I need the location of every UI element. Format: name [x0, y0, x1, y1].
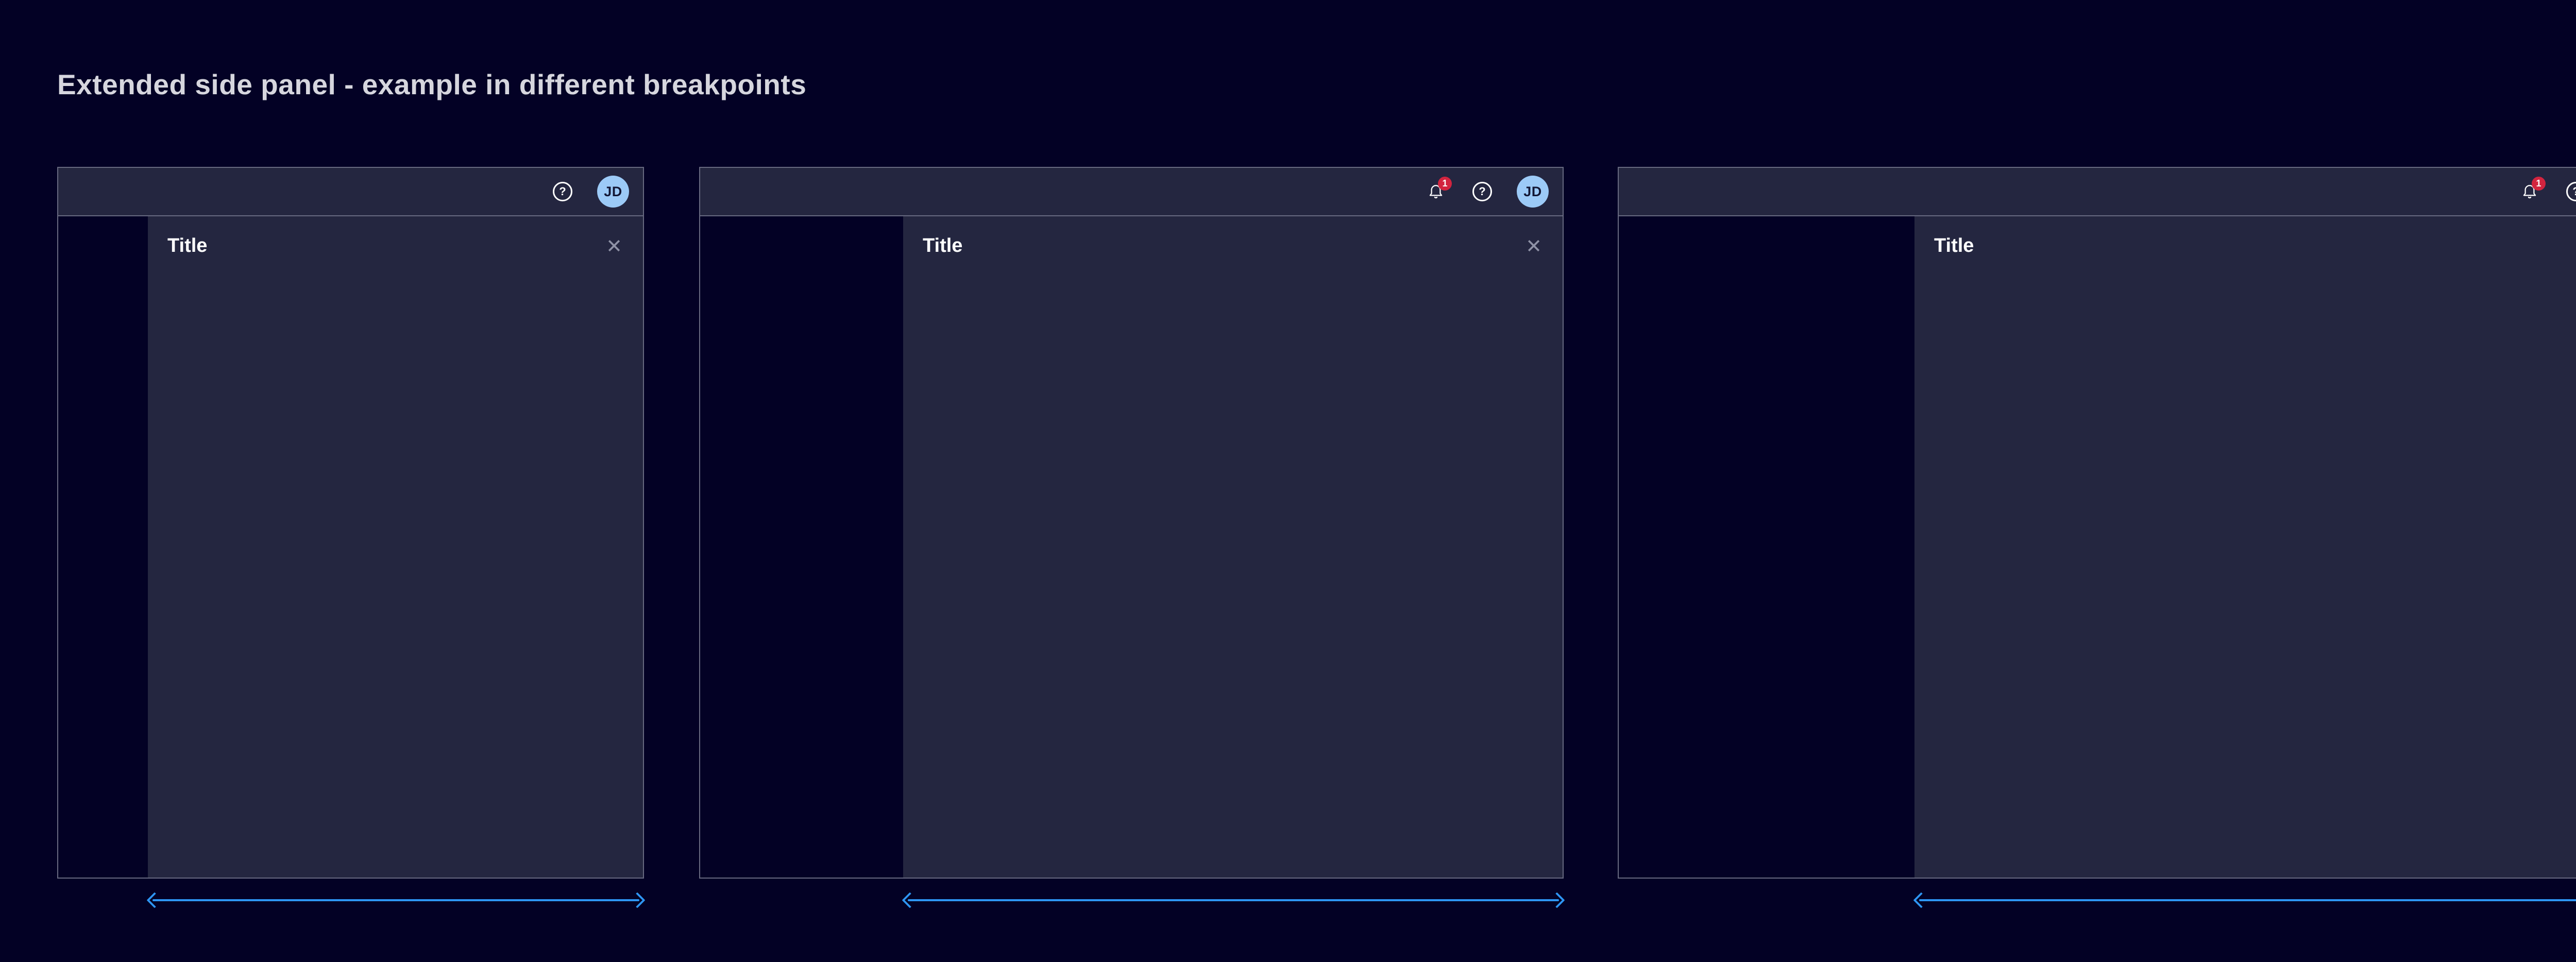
arrow-line — [152, 899, 639, 901]
app-header: 1 ? JD — [699, 167, 1564, 216]
content-area — [700, 216, 903, 878]
help-icon: ? — [553, 182, 572, 201]
panel-header: Title ✕ — [903, 216, 1563, 257]
help-icon: ? — [2566, 182, 2576, 201]
notifications-button[interactable]: 1 — [1424, 180, 1448, 203]
panel-width-arrow — [148, 891, 644, 909]
breakpoint-frame-medium: 1 ? JD Title ✕ — [699, 167, 1564, 879]
app-body: Title ✕ — [57, 216, 644, 879]
design-canvas: Extended side panel - example in differe… — [0, 0, 2576, 962]
notification-badge: 1 — [2532, 177, 2546, 191]
panel-header: Title ✕ — [148, 216, 643, 257]
breakpoint-frame-small: ? JD Title ✕ — [57, 167, 644, 879]
panel-header: Title ✕ — [1914, 216, 2576, 257]
arrow-right-head-icon — [1549, 892, 1565, 908]
app-header: ? JD — [57, 167, 644, 216]
close-icon[interactable]: ✕ — [1526, 236, 1542, 256]
panel-title: Title — [1934, 235, 1974, 257]
arrow-line — [908, 899, 1559, 901]
user-avatar[interactable]: JD — [597, 176, 629, 208]
panel-title: Title — [923, 235, 962, 257]
user-avatar[interactable]: JD — [1517, 176, 1549, 208]
content-area — [58, 216, 148, 878]
notification-badge: 1 — [1438, 177, 1452, 191]
content-area — [1619, 216, 1914, 878]
extended-side-panel: Title ✕ — [148, 216, 643, 878]
app-header: 1 ? JD — [1618, 167, 2576, 216]
help-icon: ? — [1472, 182, 1492, 201]
extended-side-panel: Title ✕ — [903, 216, 1563, 878]
panel-width-arrow — [903, 891, 1564, 909]
help-button[interactable]: ? — [553, 182, 572, 201]
help-button[interactable]: ? — [1472, 182, 1492, 201]
app-body: Title ✕ — [699, 216, 1564, 879]
close-icon[interactable]: ✕ — [606, 236, 622, 256]
arrow-right-head-icon — [629, 892, 645, 908]
breakpoint-frame-large: 1 ? JD Title ✕ — [1618, 167, 2576, 879]
panel-width-arrow — [1914, 891, 2576, 909]
panel-title: Title — [167, 235, 207, 257]
help-button[interactable]: ? — [2566, 182, 2576, 201]
notifications-button[interactable]: 1 — [2518, 180, 2541, 203]
app-body: Title ✕ — [1618, 216, 2576, 879]
page-title: Extended side panel - example in differe… — [57, 68, 806, 101]
arrow-line — [1919, 899, 2576, 901]
extended-side-panel: Title ✕ — [1914, 216, 2576, 878]
